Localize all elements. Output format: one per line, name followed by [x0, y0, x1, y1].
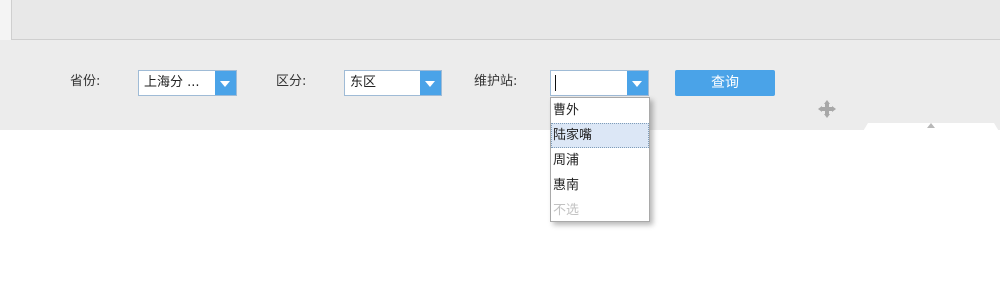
collapse-arrow-icon[interactable]	[862, 121, 1000, 133]
chevron-down-icon[interactable]	[420, 71, 441, 95]
move-icon[interactable]	[818, 100, 836, 118]
chevron-down-icon[interactable]	[215, 71, 236, 95]
province-select[interactable]: 上海分 ...	[138, 70, 237, 96]
query-button[interactable]: 查询	[675, 70, 775, 96]
tab-icon: ⁞	[0, 8, 5, 22]
dropdown-option-none[interactable]: 不选	[551, 198, 649, 223]
text-caret	[555, 75, 556, 91]
station-dropdown-list: 曹外 陆家嘴 周浦 惠南 不选	[550, 97, 650, 222]
station-label: 维护站:	[474, 74, 518, 89]
dropdown-option[interactable]: 曹外	[551, 98, 649, 123]
station-select[interactable]	[550, 70, 649, 96]
dropdown-option-highlighted[interactable]: 陆家嘴	[551, 123, 649, 148]
province-label: 省份:	[70, 74, 101, 89]
dropdown-option[interactable]: 惠南	[551, 173, 649, 198]
district-value: 东区	[350, 75, 377, 90]
district-label: 区分:	[276, 74, 307, 89]
chevron-down-icon[interactable]	[627, 71, 648, 95]
tab-stub[interactable]: ⁞	[0, 0, 12, 40]
top-tab-bar: ⁞	[0, 0, 1000, 40]
district-select[interactable]: 东区	[344, 70, 442, 96]
province-value: 上海分 ...	[144, 75, 200, 90]
dropdown-option[interactable]: 周浦	[551, 148, 649, 173]
